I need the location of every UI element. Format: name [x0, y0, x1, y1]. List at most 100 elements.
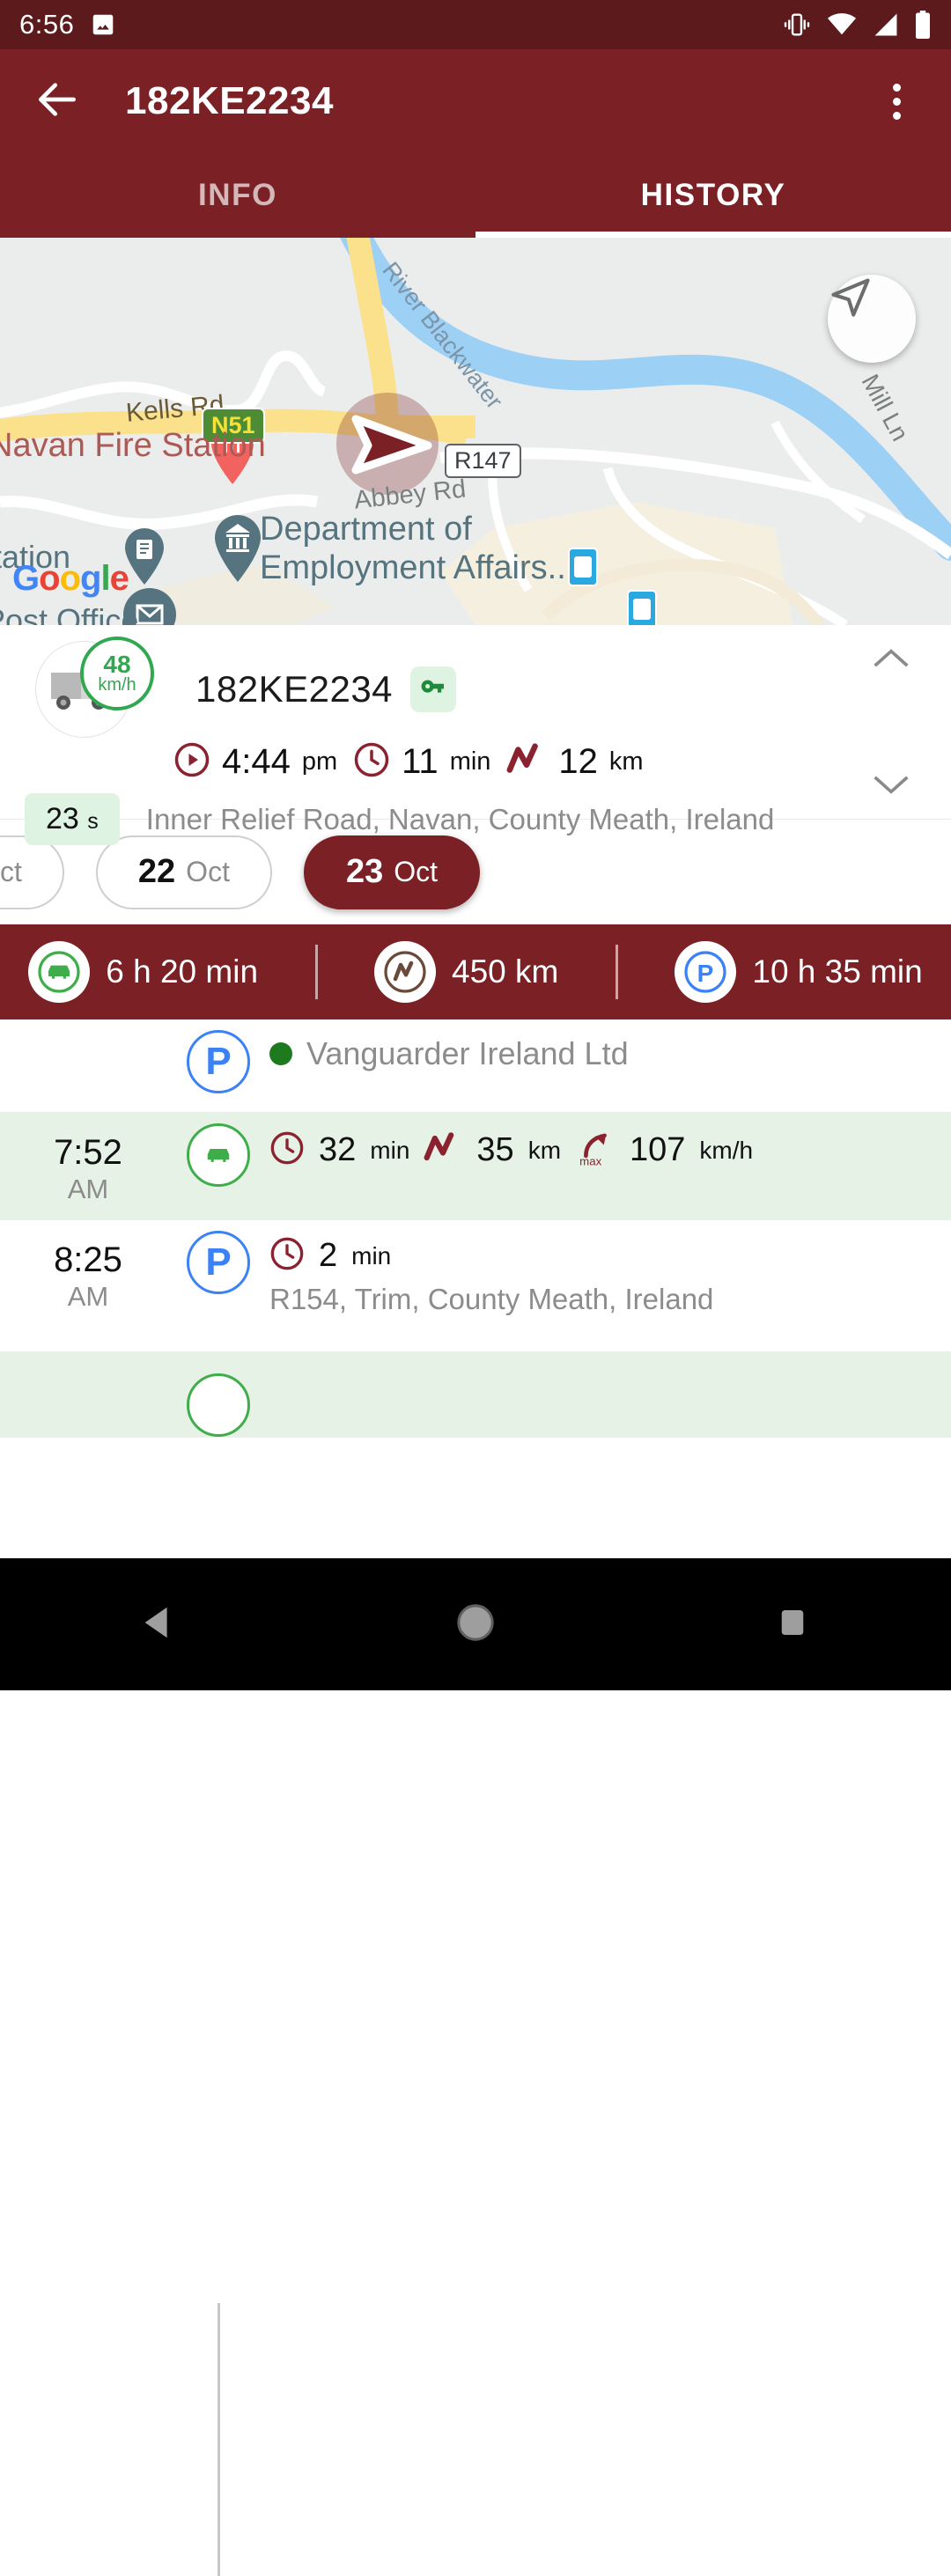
nav-home-button[interactable] — [423, 1571, 528, 1677]
my-location-button[interactable] — [828, 275, 916, 363]
timeline-time: 7:52 AM — [0, 1113, 176, 1206]
metric-distance: 12 km — [506, 742, 644, 782]
timeline-maxspeed-unit: km/h — [699, 1136, 754, 1164]
cellular-signal-icon — [872, 12, 900, 37]
idle-duration-value: 23 — [46, 802, 79, 835]
distance-value: 12 — [558, 742, 598, 781]
speed-badge: 48 km/h — [80, 637, 154, 710]
clock-icon — [353, 741, 390, 783]
timeline-time-ampm: AM — [67, 1174, 109, 1204]
arrow-back-icon — [33, 75, 82, 129]
timeline-duration-unit: min — [351, 1241, 392, 1270]
ignition-status-badge — [410, 666, 457, 712]
timeline-company-label: Vanguarder Ireland Ltd — [306, 1035, 629, 1071]
date-chip-month: Oct — [394, 856, 439, 887]
parking-icon: P — [187, 1231, 250, 1294]
timeline-maxspeed-value: 107 — [630, 1131, 686, 1168]
date-chip-22-oct[interactable]: 22 Oct — [95, 835, 272, 909]
timeline-row-parked[interactable]: 8:25 AM P 2 min R154, Trim, County Meath… — [0, 1220, 951, 1352]
play-circle-icon — [173, 741, 210, 783]
summary-divider — [314, 945, 318, 999]
start-time-unit: pm — [301, 747, 338, 776]
timeline-metrics: 2 min — [269, 1236, 951, 1276]
map-label-fire-station: Navan Fire Station — [0, 427, 266, 464]
nav-home-icon — [455, 1602, 496, 1647]
summary-distance: 450 km — [374, 941, 558, 1003]
tab-info[interactable]: INFO — [0, 153, 476, 238]
svg-text:max: max — [579, 1154, 601, 1167]
current-vehicle-card[interactable]: 48 km/h 182KE2234 4:44 pm 11 min 12 km 2… — [0, 625, 951, 845]
timeline-row-parked-company[interactable]: P Vanguarder Ireland Ltd — [0, 1019, 951, 1113]
timeline-time-value: 8:25 — [54, 1240, 122, 1279]
nav-back-button[interactable] — [106, 1571, 211, 1677]
tab-history[interactable]: HISTORY — [476, 153, 951, 238]
back-button[interactable] — [30, 74, 85, 129]
parking-icon: P — [187, 1030, 250, 1093]
idle-duration-unit: s — [87, 809, 99, 834]
timeline-node — [176, 1352, 261, 1437]
timeline-duration-unit: min — [370, 1136, 410, 1164]
overflow-menu-button[interactable] — [872, 74, 921, 129]
timeline-connector — [217, 2303, 220, 2576]
summary-parking-time-text: 10 h 35 min — [752, 953, 923, 990]
chevron-down-icon[interactable] — [872, 772, 910, 803]
start-time-value: 4:44 — [222, 742, 291, 781]
map-label-dept-line1: Department of — [260, 511, 472, 548]
nav-recents-button[interactable] — [740, 1571, 845, 1677]
status-bar: 6:56 — [0, 0, 951, 49]
android-nav-bar — [0, 1558, 951, 1690]
summary-distance-text: 450 km — [452, 953, 559, 990]
wifi-icon — [826, 12, 858, 37]
key-icon — [418, 673, 448, 707]
summary-parking-time: P 10 h 35 min — [675, 941, 923, 1003]
date-chip-month: Oct — [186, 856, 230, 887]
chevron-up-icon[interactable] — [872, 644, 910, 675]
vehicle-metrics: 4:44 pm 11 min 12 km — [173, 741, 951, 783]
duration-value: 11 — [402, 742, 439, 781]
day-summary-bar: 6 h 20 min 450 km P 10 h 35 min — [0, 924, 951, 1019]
trip-timeline: P Vanguarder Ireland Ltd 7:52 AM 32 min … — [0, 1019, 951, 2576]
speed-value: 48 — [103, 651, 131, 678]
timeline-row-driving[interactable]: 7:52 AM 32 min 35 km max 107 km/h — [0, 1113, 951, 1220]
map-view[interactable]: River Blackwater Kells Rd N51 Navan Fire… — [0, 238, 951, 625]
duration-unit: min — [449, 747, 491, 776]
timeline-duration-value: 2 — [319, 1237, 338, 1274]
timeline-address: R154, Trim, County Meath, Ireland — [269, 1283, 714, 1315]
date-chip-month: ct — [0, 856, 22, 887]
date-chip-day: 23 — [345, 853, 384, 890]
timeline-content: 32 min 35 km max 107 km/h — [261, 1113, 951, 1186]
vehicle-avatar: 48 km/h — [35, 637, 154, 738]
map-shield-r147: R147 — [445, 444, 521, 478]
page-title: 182KE2234 — [125, 79, 334, 122]
summary-driving-time-text: 6 h 20 min — [106, 953, 259, 990]
timeline-duration-value: 32 — [319, 1131, 357, 1168]
timeline-row-partial[interactable] — [0, 1352, 951, 1438]
date-chip-partial[interactable]: ct — [0, 835, 64, 909]
vibrate-icon — [782, 11, 812, 38]
image-icon — [90, 11, 116, 38]
parking-letter: P — [205, 1040, 232, 1083]
battery-icon — [914, 11, 932, 39]
idle-duration-chip: 23 s — [25, 793, 120, 845]
nav-recents-icon — [774, 1604, 811, 1645]
status-dot-icon — [269, 1042, 292, 1065]
car-icon — [187, 1123, 250, 1187]
timeline-distance-value: 35 — [476, 1131, 514, 1168]
timeline-time: 8:25 AM — [0, 1220, 176, 1314]
vehicle-address: Inner Relief Road, Navan, County Meath, … — [145, 802, 775, 835]
summary-divider — [615, 945, 618, 999]
nav-back-icon — [138, 1602, 179, 1647]
date-chip-23-oct[interactable]: 23 Oct — [303, 835, 481, 909]
route-icon — [506, 742, 547, 782]
timeline-company: Vanguarder Ireland Ltd — [269, 1035, 951, 1072]
vehicle-plate: 182KE2234 — [195, 668, 394, 710]
timeline-content: Vanguarder Ireland Ltd — [261, 1019, 951, 1086]
metric-start-time: 4:44 pm — [173, 741, 337, 783]
car-icon — [28, 941, 91, 1003]
timeline-content: 2 min R154, Trim, County Meath, Ireland — [261, 1220, 951, 1330]
svg-text:P: P — [697, 960, 714, 987]
bus-stop-icon — [627, 590, 657, 625]
date-chip-day: 22 — [137, 853, 176, 890]
tab-bar: INFO HISTORY — [0, 153, 951, 238]
timeline-metrics: 32 min 35 km max 107 km/h — [269, 1129, 951, 1172]
